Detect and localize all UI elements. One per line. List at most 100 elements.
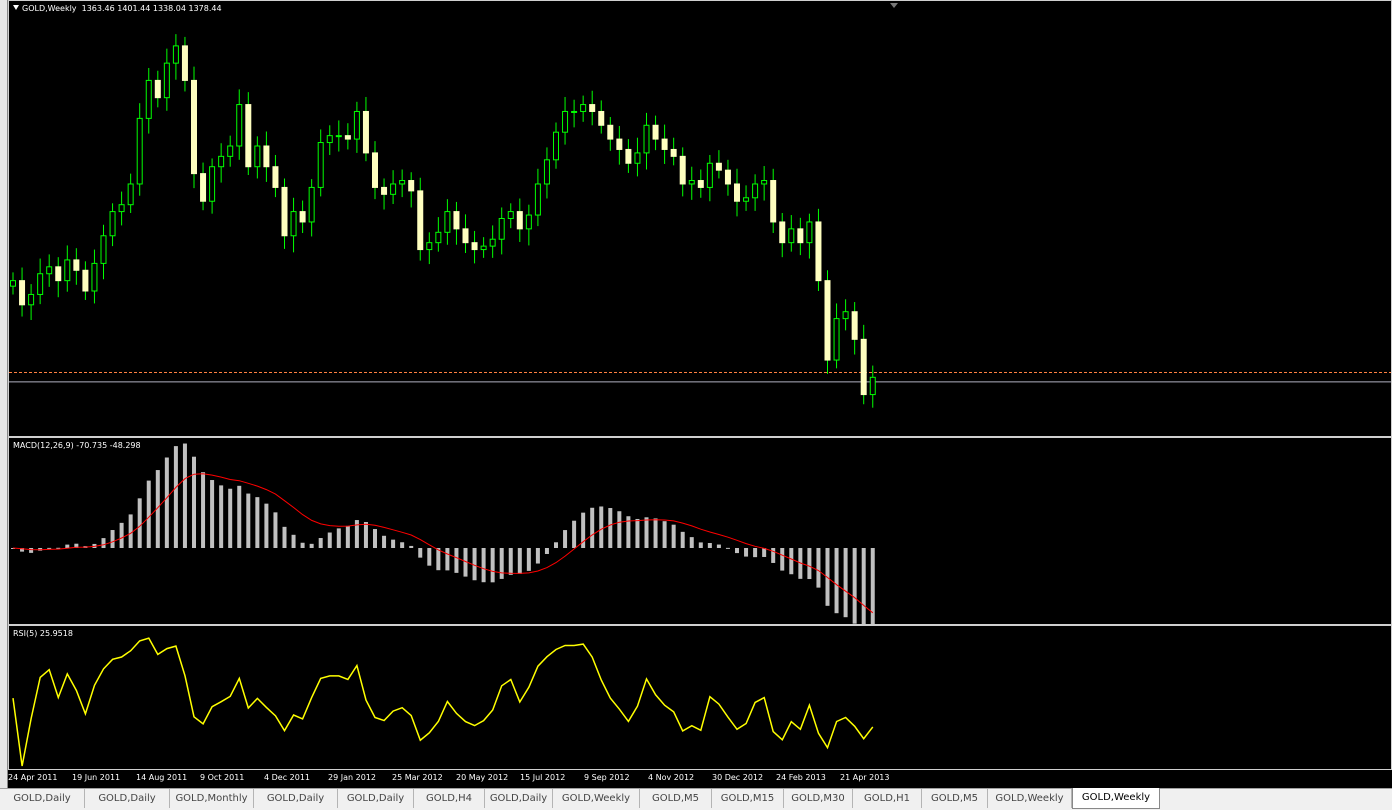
- macd-histogram-bar: [47, 547, 52, 549]
- macd-histogram-bar: [237, 485, 242, 548]
- macd-histogram-bar: [707, 543, 712, 548]
- macd-histogram-bar: [345, 525, 350, 548]
- macd-histogram-bar: [101, 538, 106, 548]
- macd-histogram-bar: [617, 511, 622, 548]
- chart-tab[interactable]: GOLD,Weekly: [553, 789, 640, 808]
- macd-histogram-bar: [834, 548, 839, 614]
- chart-tab[interactable]: GOLD,Weekly: [988, 789, 1072, 808]
- candle-body: [91, 262, 98, 292]
- macd-histogram-bar: [599, 506, 604, 548]
- candle-body: [625, 148, 632, 164]
- chart-tab[interactable]: GOLD,Daily: [485, 789, 553, 808]
- chart-tab[interactable]: GOLD,H1: [853, 789, 922, 808]
- candle-body: [200, 173, 207, 202]
- candle-body: [598, 110, 605, 126]
- macd-histogram-bar: [698, 542, 703, 548]
- time-axis-label: 30 Dec 2012: [712, 773, 764, 782]
- chart-tab[interactable]: GOLD,Daily: [0, 789, 85, 808]
- time-axis-label: 19 Jun 2011: [72, 773, 121, 782]
- candle-body: [55, 266, 62, 282]
- candle-body: [181, 45, 188, 81]
- macd-histogram-bar: [807, 548, 812, 580]
- candle-body: [372, 152, 378, 188]
- macd-histogram-bar: [816, 548, 821, 588]
- macd-histogram-bar: [382, 535, 387, 548]
- rsi-indicator-panel[interactable]: RSI(5) 25.9518: [8, 625, 1392, 770]
- macd-histogram-bar: [309, 543, 314, 548]
- candle-body: [489, 238, 496, 247]
- macd-histogram-bar: [65, 544, 70, 548]
- chart-tab[interactable]: GOLD,H4: [414, 789, 485, 808]
- candle-body: [236, 104, 243, 147]
- macd-histogram-bar: [409, 545, 414, 548]
- macd-histogram-bar: [110, 530, 115, 548]
- macd-label: MACD(12,26,9) -70.735 -48.298: [13, 441, 141, 450]
- time-axis-label: 4 Dec 2011: [264, 773, 311, 782]
- macd-histogram-bar: [725, 547, 730, 549]
- time-axis-label: 29 Jan 2012: [328, 773, 376, 782]
- chart-tab[interactable]: GOLD,Daily: [338, 789, 414, 808]
- candle-body: [462, 228, 469, 244]
- candle-body: [109, 211, 116, 237]
- macd-histogram: [11, 443, 875, 624]
- chart-tab[interactable]: GOLD,M5: [640, 789, 712, 808]
- candle-body: [254, 145, 261, 168]
- candle-body: [634, 152, 641, 164]
- chart-tab[interactable]: GOLD,Daily: [254, 789, 338, 808]
- macd-histogram-bar: [219, 485, 224, 548]
- macd-histogram-bar: [164, 457, 169, 548]
- rsi-line-chart: [12, 637, 874, 767]
- candle-body: [308, 186, 315, 223]
- candle-body: [272, 166, 279, 188]
- candle-body: [516, 211, 523, 230]
- time-axis-label: 25 Mar 2012: [392, 773, 443, 782]
- chart-tab[interactable]: GOLD,M15: [712, 789, 784, 808]
- macd-histogram-bar: [418, 548, 423, 558]
- chart-tab[interactable]: GOLD,M30: [784, 789, 853, 808]
- candle-body: [661, 138, 668, 150]
- macd-histogram-bar: [780, 548, 785, 571]
- time-axis-label: 4 Nov 2012: [648, 773, 695, 782]
- rsi-label: RSI(5) 25.9518: [13, 629, 73, 638]
- macd-histogram-bar: [635, 518, 640, 548]
- candle-body: [64, 259, 71, 282]
- chart-tab[interactable]: GOLD,Monthly: [170, 789, 254, 808]
- macd-histogram-bar: [544, 548, 549, 554]
- macd-histogram-bar: [246, 493, 251, 548]
- candle-body: [761, 180, 768, 185]
- dropdown-triangle-icon[interactable]: [13, 5, 19, 10]
- macd-histogram-bar: [789, 548, 794, 575]
- chart-shift-marker-icon[interactable]: [890, 3, 898, 8]
- macd-histogram-bar: [327, 532, 332, 548]
- price-chart-label: GOLD,Weekly 1363.46 1401.44 1338.04 1378…: [13, 4, 222, 13]
- macd-histogram-bar: [128, 514, 133, 548]
- candle-body: [335, 135, 342, 138]
- macd-histogram-bar: [744, 548, 749, 557]
- candle-body: [797, 228, 804, 244]
- candle-body: [37, 273, 44, 295]
- candle-body: [715, 162, 722, 171]
- tab-active[interactable]: GOLD,Weekly: [1072, 788, 1160, 809]
- macd-histogram-bar: [201, 472, 206, 548]
- macd-histogram-bar: [472, 548, 477, 581]
- macd-indicator-panel[interactable]: MACD(12,26,9) -70.735 -48.298: [8, 437, 1392, 625]
- chart-tab[interactable]: GOLD,M5: [922, 789, 988, 808]
- price-chart-panel[interactable]: GOLD,Weekly 1363.46 1401.44 1338.04 1378…: [8, 0, 1392, 437]
- candle-body: [806, 221, 813, 244]
- macd-histogram-bar: [192, 456, 196, 548]
- macd-histogram-bar: [689, 537, 694, 548]
- candle-body: [353, 110, 360, 140]
- time-axis-label: 9 Oct 2011: [200, 773, 245, 782]
- macd-histogram-bar: [653, 518, 658, 548]
- macd-histogram-bar: [716, 544, 721, 548]
- left-toolbar-edge: [0, 0, 8, 788]
- chart-tab[interactable]: GOLD,Daily: [85, 789, 170, 808]
- candle-body: [724, 169, 731, 185]
- candle-body: [100, 235, 107, 264]
- macd-histogram-bar: [436, 548, 441, 571]
- macd-histogram-bar: [680, 531, 685, 548]
- ohlc-values: 1363.46 1401.44 1338.04 1378.44: [81, 4, 222, 13]
- candle-body: [218, 155, 225, 168]
- candle-body: [344, 135, 351, 140]
- candle-body: [507, 211, 514, 220]
